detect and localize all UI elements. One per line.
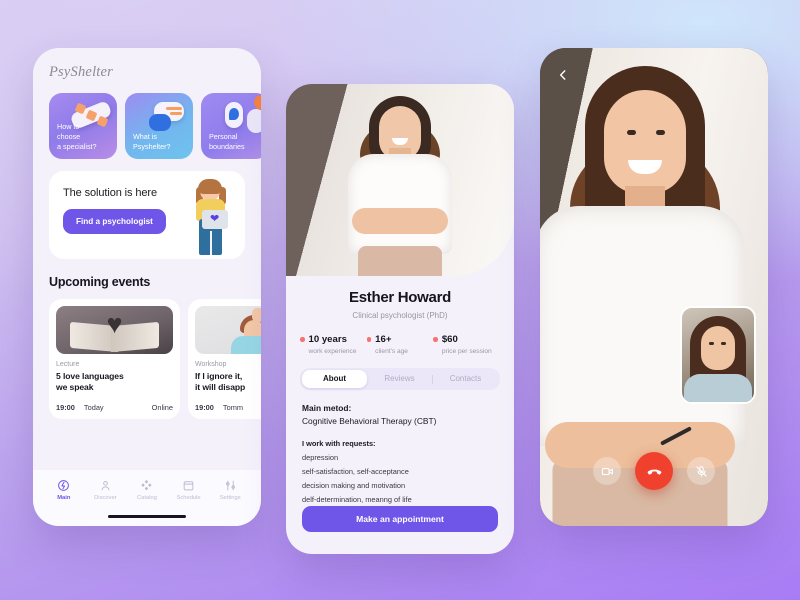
- stat-value: 10 years: [308, 334, 347, 345]
- open-book-heart-icon: ♥: [56, 306, 173, 354]
- calendar-icon: [183, 481, 194, 491]
- woman-facepalm-icon: [195, 306, 261, 354]
- chevron-left-icon: [559, 70, 566, 80]
- app-logo: PsyShelter: [49, 64, 114, 80]
- person-icon: [101, 481, 110, 491]
- events-carousel[interactable]: ♥ Lecture 5 love languages we speak 19:0…: [33, 289, 261, 419]
- event-kind: Workshop: [195, 361, 227, 368]
- about-panel: Main metod: Cognitive Behavioral Therapy…: [286, 390, 514, 504]
- page-title: Esther Howard: [349, 289, 451, 306]
- event-time: 19:00: [195, 402, 214, 412]
- stat-label: client's age: [375, 348, 408, 355]
- sidebar-item-catalog[interactable]: Catalog: [126, 479, 168, 501]
- stat-client-age: 16+ client's age: [366, 334, 434, 355]
- stat-value: $60: [441, 334, 458, 345]
- psychologist-portrait: [286, 84, 514, 276]
- stat-value: 16+: [375, 334, 392, 345]
- method-heading: Main metod:: [302, 403, 352, 413]
- home-indicator: [108, 514, 186, 518]
- phone-hangup-icon: [647, 469, 661, 475]
- category-card-what-is[interactable]: What is Psyshelter?: [125, 93, 193, 159]
- phone-home-screen: PsyShelter How to choose a specialist? W…: [33, 48, 261, 526]
- make-an-appointment-button[interactable]: Make an appointment: [302, 506, 498, 532]
- stat-label: work experience: [308, 348, 357, 355]
- event-format: Online: [151, 402, 173, 412]
- category-card-label: How to choose a specialist?: [57, 122, 97, 152]
- microphone-muted-icon: [695, 465, 707, 477]
- phone-video-call-screen: [540, 48, 768, 526]
- category-card-row: How to choose a specialist? What is Psys…: [33, 81, 261, 159]
- event-day: Today: [83, 402, 104, 412]
- category-card-label: What is Psyshelter?: [133, 132, 171, 152]
- list-item: delf-determination, meanng of life: [302, 495, 412, 504]
- tab-label: Main: [57, 495, 71, 501]
- girl-with-heart-icon: ❤: [189, 179, 233, 259]
- event-time: 19:00: [56, 402, 75, 412]
- tab-label: Schedule: [176, 495, 201, 501]
- sidebar-item-main[interactable]: Main: [43, 479, 85, 501]
- upcoming-events-title: Upcoming events: [49, 275, 151, 289]
- list-item: depression: [302, 453, 339, 462]
- tab-label: Catalog: [136, 495, 157, 501]
- profile-tab-bar: About Reviews Contacts: [300, 368, 500, 390]
- event-day: Tomm: [222, 402, 244, 412]
- profile-stats: 10 years work experience 16+ client's ag…: [286, 320, 514, 355]
- stat-dot-icon: [366, 337, 372, 342]
- list-item: self-satisfaction, self-acceptance: [302, 467, 409, 476]
- promo-card: The solution is here Find a psychologist…: [49, 171, 245, 259]
- phone-profile-screen: Esther Howard Clinical psychologist (PhD…: [286, 84, 514, 554]
- stat-label: price per session: [441, 348, 492, 355]
- self-view-video[interactable]: [680, 306, 756, 404]
- event-card[interactable]: Workshop If I ignore it, it will disapp …: [188, 299, 261, 419]
- tab-about[interactable]: About: [302, 370, 367, 388]
- sliders-icon: [225, 480, 235, 491]
- stat-dot-icon: [433, 337, 438, 342]
- bottom-tab-bar: Main Discover Catalog Schedule Settings: [33, 470, 261, 526]
- toggle-microphone-button[interactable]: [687, 457, 715, 485]
- category-card-label: Personal boundaries: [209, 132, 245, 152]
- tab-label: Settings: [219, 495, 241, 501]
- stat-price: $60 price per session: [433, 334, 500, 355]
- event-kind: Lecture: [56, 361, 80, 368]
- end-call-button[interactable]: [635, 452, 673, 490]
- list-item: decision making and motivation: [302, 481, 406, 490]
- profile-role: Clinical psychologist (PhD): [352, 311, 448, 320]
- find-a-psychologist-button[interactable]: Find a psychologist: [63, 209, 166, 234]
- app-showcase-background: PsyShelter How to choose a specialist? W…: [0, 0, 800, 600]
- back-button[interactable]: [554, 66, 572, 84]
- call-controls: [540, 452, 768, 490]
- grid-diamond-icon: [141, 480, 152, 491]
- event-title: If I ignore it, it will disapp: [195, 371, 246, 393]
- requests-heading: I work with requests:: [302, 439, 376, 448]
- toggle-camera-button[interactable]: [593, 457, 621, 485]
- category-card-how-to-choose[interactable]: How to choose a specialist?: [49, 93, 117, 159]
- event-title: 5 love languages we speak: [56, 371, 124, 393]
- video-camera-icon: [601, 467, 613, 475]
- sidebar-item-schedule[interactable]: Schedule: [168, 479, 210, 501]
- sidebar-item-settings[interactable]: Settings: [209, 479, 251, 501]
- stat-dot-icon: [300, 337, 305, 342]
- event-card[interactable]: ♥ Lecture 5 love languages we speak 19:0…: [49, 299, 180, 419]
- tab-reviews[interactable]: Reviews: [367, 370, 432, 388]
- event-meta: 19:00 Today Online: [56, 403, 173, 412]
- tab-contacts[interactable]: Contacts: [433, 370, 498, 388]
- category-card-personal-boundaries[interactable]: Personal boundaries: [201, 93, 261, 159]
- event-meta: 19:00 Tomm: [195, 403, 261, 412]
- stat-work-experience: 10 years work experience: [300, 334, 367, 355]
- method-value: Cognitive Behavioral Therapy (CBT): [302, 416, 437, 426]
- tab-label: Discover: [94, 495, 117, 501]
- main-icon: [58, 480, 70, 491]
- sidebar-item-discover[interactable]: Discover: [85, 479, 127, 501]
